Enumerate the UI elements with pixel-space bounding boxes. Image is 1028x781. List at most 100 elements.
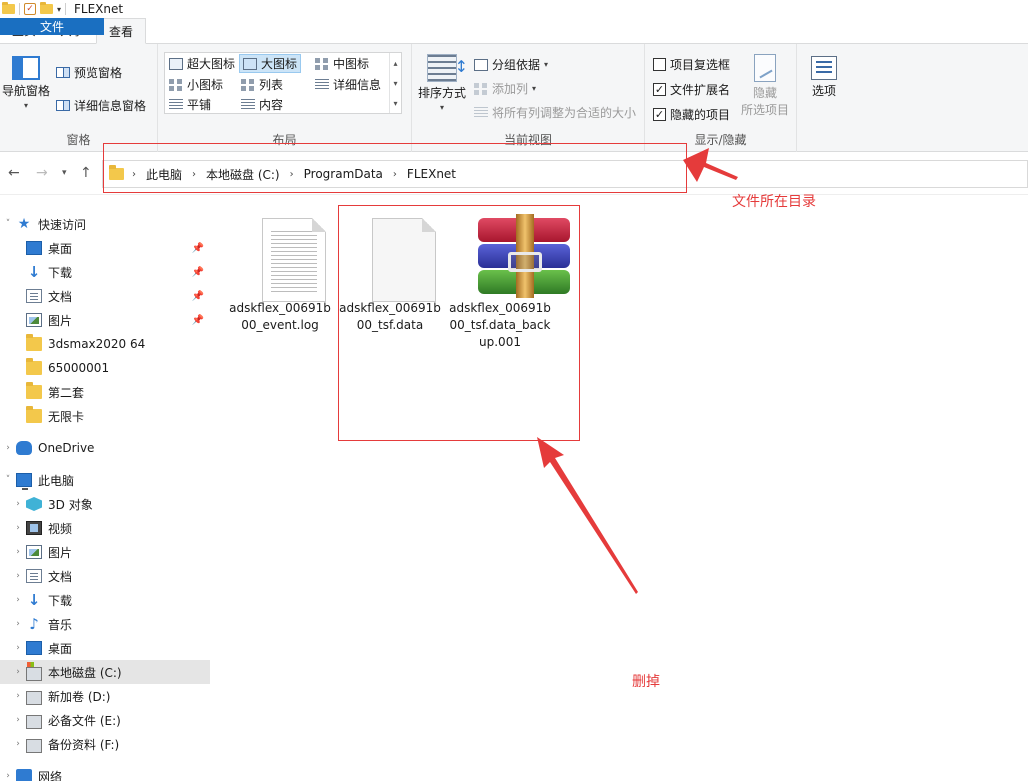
sidebar-item-pictures[interactable]: 图片 📌	[0, 308, 210, 332]
expand-gallery-icon[interactable]: ▾	[393, 99, 397, 108]
new-folder-icon[interactable]	[40, 2, 53, 14]
extra-large-icons-label: 超大图标	[187, 57, 236, 71]
options-button[interactable]: 选项	[811, 56, 837, 99]
chevron-collapsed-icon[interactable]: ›	[10, 523, 26, 533]
pin-icon[interactable]: 📌	[192, 243, 204, 254]
file-item-tsf-backup[interactable]: adskflex_00691b00_tsf.data_backup.001	[448, 208, 570, 351]
chevron-collapsed-icon[interactable]: ›	[10, 595, 26, 605]
chevron-collapsed-icon[interactable]: ›	[10, 571, 26, 581]
sidebar-item-quick-access[interactable]: ˅ ★ 快速访问	[0, 212, 210, 236]
properties-icon[interactable]: ✓	[24, 3, 36, 15]
chevron-right-icon[interactable]: ›	[132, 169, 136, 180]
chevron-collapsed-icon[interactable]: ›	[10, 667, 26, 677]
group-by-button[interactable]: 分组依据 ▾	[474, 56, 548, 73]
chevron-collapsed-icon[interactable]: ›	[10, 643, 26, 653]
sidebar-item-pc-desktop[interactable]: › 桌面	[0, 636, 210, 660]
chevron-expanded-icon[interactable]: ˅	[0, 219, 16, 229]
address-bar[interactable]: › 此电脑 › 本地磁盘 (C:) › ProgramData › FLEXne…	[102, 160, 1028, 188]
chevron-collapsed-icon[interactable]: ›	[10, 691, 26, 701]
sidebar-item-pc-documents[interactable]: › 文档	[0, 564, 210, 588]
content-option[interactable]: 内容	[241, 95, 283, 114]
add-columns-button[interactable]: 添加列 ▾	[474, 80, 536, 97]
preview-pane-button[interactable]: 预览窗格	[56, 64, 122, 81]
chevron-collapsed-icon[interactable]: ›	[10, 619, 26, 629]
sidebar-item-65000001[interactable]: 65000001	[0, 356, 210, 380]
sidebar-item-label: 此电脑	[38, 473, 75, 488]
file-item-event-log[interactable]: adskflex_00691b00_event.log	[228, 208, 332, 334]
chevron-down-icon[interactable]: ▾	[393, 79, 397, 88]
breadcrumb-this-pc[interactable]: 此电脑	[144, 166, 184, 183]
sidebar-item-second-set[interactable]: 第二套	[0, 380, 210, 404]
chevron-collapsed-icon[interactable]: ›	[10, 547, 26, 557]
forward-arrow-icon[interactable]: →	[36, 165, 48, 181]
file-item-tsf-data[interactable]: adskflex_00691b00_tsf.data	[338, 208, 442, 334]
file-extensions-toggle[interactable]: ✓ 文件扩展名	[653, 81, 730, 98]
sidebar-item-network[interactable]: › 网络	[0, 764, 210, 781]
sort-by-button[interactable]: 排序方式 ▾	[418, 54, 468, 112]
nav-pane-button[interactable]: 导航窗格 ▾	[2, 56, 50, 110]
details-pane-button[interactable]: 详细信息窗格	[56, 97, 146, 114]
small-icons-option[interactable]: 小图标	[167, 75, 225, 94]
tiles-label: 平铺	[187, 98, 212, 112]
sidebar-item-onedrive[interactable]: › OneDrive	[0, 436, 210, 460]
recent-locations-chevron-icon[interactable]: ▾	[62, 168, 67, 178]
sidebar-item-pc-downloads[interactable]: › ↓ 下载	[0, 588, 210, 612]
tiles-option[interactable]: 平铺	[167, 95, 213, 114]
file-extensions-checkbox[interactable]: ✓	[653, 83, 666, 96]
file-list[interactable]: adskflex_00691b00_event.log adskflex_006…	[212, 196, 1028, 781]
pin-icon[interactable]: 📌	[192, 267, 204, 278]
breadcrumb-programdata[interactable]: ProgramData	[302, 167, 385, 181]
sidebar-item-local-disk-c[interactable]: › 本地磁盘 (C:)	[0, 660, 210, 684]
chevron-expanded-icon[interactable]: ˅	[0, 475, 16, 485]
chevron-right-icon[interactable]: ›	[290, 169, 294, 180]
sidebar-item-label: 网络	[38, 769, 63, 781]
tab-file[interactable]: 文件	[0, 18, 104, 35]
winrar-archive-icon	[448, 208, 570, 298]
up-arrow-icon[interactable]: ↑	[80, 165, 92, 181]
list-option[interactable]: 列表	[241, 75, 283, 94]
pin-icon[interactable]: 📌	[192, 291, 204, 302]
show-hide-group: 项目复选框 ✓ 文件扩展名 ✓ 隐藏的项目 隐藏 所选项目 显示/隐藏	[645, 44, 797, 152]
sidebar-item-this-pc[interactable]: ˅ 此电脑	[0, 468, 210, 492]
item-checkboxes-toggle[interactable]: 项目复选框	[653, 56, 730, 73]
chevron-right-icon[interactable]: ›	[393, 169, 397, 180]
sidebar-item-music[interactable]: › ♪ 音乐	[0, 612, 210, 636]
breadcrumb-flexnet[interactable]: FLEXnet	[405, 167, 458, 181]
sidebar-item-volume-e[interactable]: › 必备文件 (E:)	[0, 708, 210, 732]
pin-icon[interactable]: 📌	[192, 315, 204, 326]
large-icons-option[interactable]: 大图标	[239, 54, 302, 73]
sidebar-item-documents[interactable]: 文档 📌	[0, 284, 210, 308]
sidebar-item-volume-f[interactable]: › 备份资料 (F:)	[0, 732, 210, 756]
sidebar-item-desktop[interactable]: 桌面 📌	[0, 236, 210, 260]
chevron-up-icon[interactable]: ▴	[393, 59, 397, 68]
customize-dropdown-icon[interactable]: ▾	[57, 5, 61, 14]
sidebar-item-videos[interactable]: › 视频	[0, 516, 210, 540]
chevron-collapsed-icon[interactable]: ›	[10, 715, 26, 725]
folder-icon[interactable]	[2, 2, 15, 14]
chevron-collapsed-icon[interactable]: ›	[0, 771, 16, 781]
hide-selected-button[interactable]: 隐藏 所选项目	[741, 54, 789, 118]
sidebar-item-volume-d[interactable]: › 新加卷 (D:)	[0, 684, 210, 708]
breadcrumb-local-disk-c[interactable]: 本地磁盘 (C:)	[204, 166, 282, 183]
chevron-collapsed-icon[interactable]: ›	[0, 443, 16, 453]
sidebar-item-3dsmax2020[interactable]: 3dsmax2020 64	[0, 332, 210, 356]
chevron-collapsed-icon[interactable]: ›	[10, 739, 26, 749]
small-icons-icon	[169, 78, 183, 91]
layout-gallery-scroll[interactable]: ▴ ▾ ▾	[389, 53, 401, 113]
hidden-items-checkbox[interactable]: ✓	[653, 108, 666, 121]
picture-icon	[26, 313, 42, 327]
sidebar-item-3d-objects[interactable]: › 3D 对象	[0, 492, 210, 516]
extra-large-icons-option[interactable]: 超大图标	[167, 54, 237, 73]
medium-icons-option[interactable]: 中图标	[315, 54, 369, 73]
sidebar-item-downloads[interactable]: ↓ 下载 📌	[0, 260, 210, 284]
back-arrow-icon[interactable]: ←	[8, 165, 20, 181]
sidebar-item-pc-pictures[interactable]: › 图片	[0, 540, 210, 564]
item-checkboxes-checkbox[interactable]	[653, 58, 666, 71]
download-icon: ↓	[27, 591, 41, 609]
fit-columns-button[interactable]: 将所有列调整为合适的大小	[474, 104, 636, 121]
chevron-right-icon[interactable]: ›	[192, 169, 196, 180]
details-option[interactable]: 详细信息	[315, 75, 381, 94]
hidden-items-toggle[interactable]: ✓ 隐藏的项目	[653, 106, 730, 123]
chevron-collapsed-icon[interactable]: ›	[10, 499, 26, 509]
sidebar-item-unlimited-card[interactable]: 无限卡	[0, 404, 210, 428]
